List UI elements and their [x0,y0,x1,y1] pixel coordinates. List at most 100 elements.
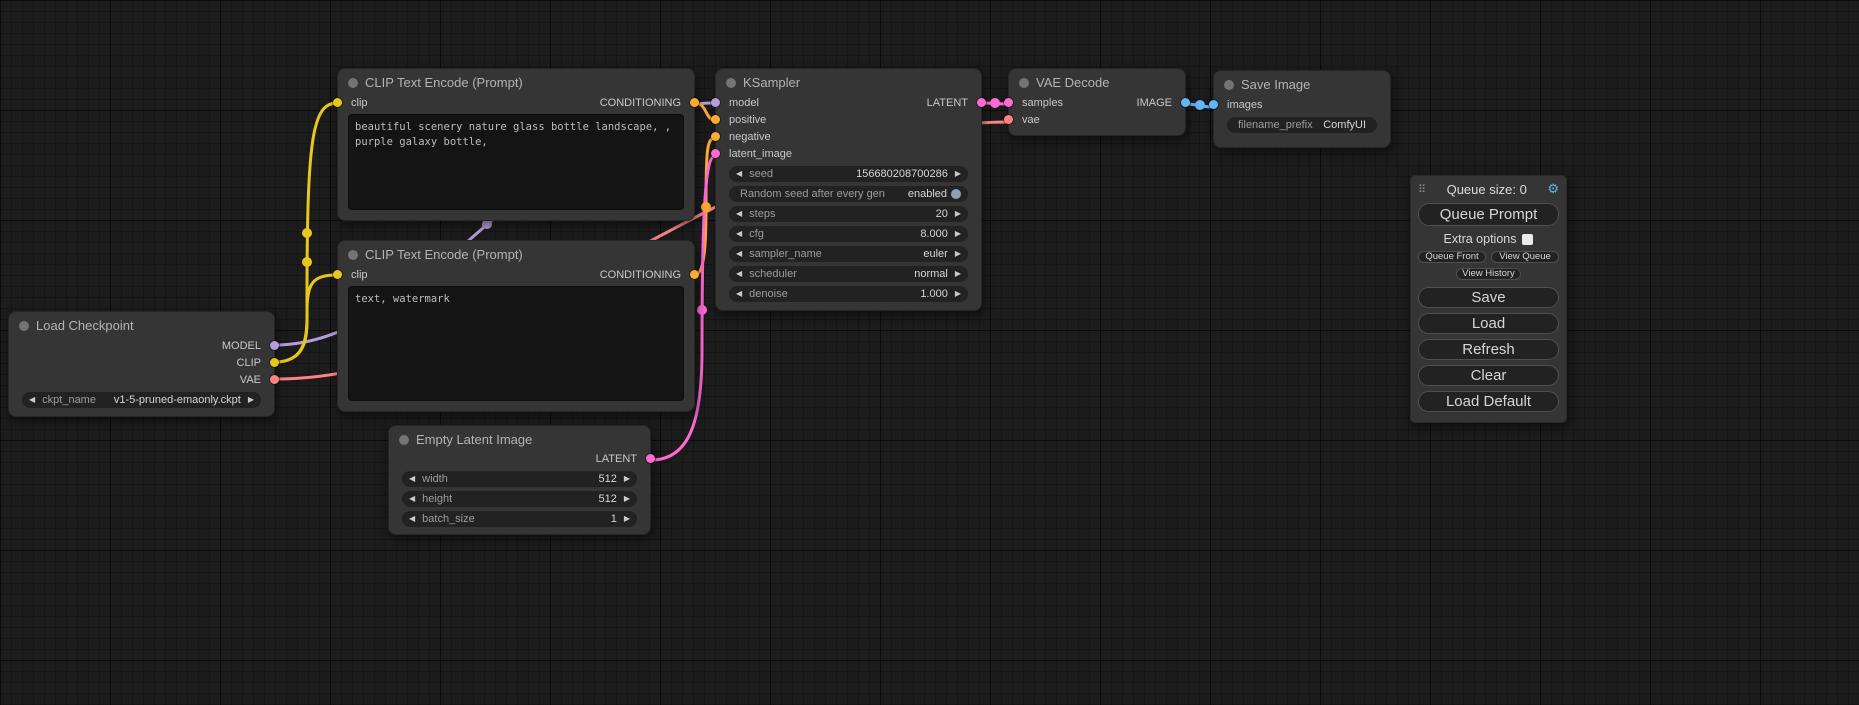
port-dot[interactable] [711,98,720,107]
output-port-vae[interactable]: VAE [222,371,274,388]
increment-arrow-icon[interactable]: ▶ [624,495,630,503]
node-header[interactable]: Save Image [1214,71,1390,96]
output-port-model[interactable]: MODEL [222,337,274,354]
load-button[interactable]: Load [1418,313,1559,334]
port-dot[interactable] [711,115,720,124]
increment-arrow-icon[interactable]: ▶ [955,270,961,278]
widget-filename-prefix[interactable]: filename_prefix ComfyUI [1227,117,1377,133]
port-dot[interactable] [333,270,342,279]
node-ksampler[interactable]: KSampler model positive negative latent_… [715,68,982,311]
input-port-latent-image[interactable]: latent_image [716,145,792,162]
view-queue-button[interactable]: View Queue [1491,251,1559,263]
decrement-arrow-icon[interactable]: ◀ [409,515,415,523]
view-history-button[interactable]: View History [1456,268,1521,280]
decrement-arrow-icon[interactable]: ◀ [409,475,415,483]
port-dot[interactable] [690,270,699,279]
output-port-conditioning[interactable]: CONDITIONING [600,266,694,283]
output-port-latent[interactable]: LATENT [596,451,650,467]
output-port-clip[interactable]: CLIP [222,354,274,371]
decrement-arrow-icon[interactable]: ◀ [736,230,742,238]
drag-handle-icon[interactable]: ⠿ [1418,183,1426,196]
input-port-model[interactable]: model [716,94,792,111]
collapse-toggle-dot[interactable] [19,321,29,331]
collapse-toggle-dot[interactable] [399,435,409,445]
increment-arrow-icon[interactable]: ▶ [248,396,254,404]
widget-steps[interactable]: ◀ steps 20 ▶ [729,206,968,222]
decrement-arrow-icon[interactable]: ◀ [409,495,415,503]
node-load-checkpoint[interactable]: Load Checkpoint MODEL CLIP VAE ◀ ckpt_na… [8,311,275,417]
node-vae-decode[interactable]: VAE Decode samples vae IMAGE [1008,68,1186,136]
refresh-button[interactable]: Refresh [1418,339,1559,360]
collapse-toggle-dot[interactable] [726,78,736,88]
port-dot[interactable] [977,98,986,107]
node-clip-text-encode-positive[interactable]: CLIP Text Encode (Prompt) clip CONDITION… [337,68,695,221]
decrement-arrow-icon[interactable]: ◀ [736,250,742,258]
input-port-negative[interactable]: negative [716,128,792,145]
decrement-arrow-icon[interactable]: ◀ [29,396,35,404]
collapse-toggle-dot[interactable] [348,78,358,88]
output-port-image[interactable]: IMAGE [1137,94,1185,111]
node-header[interactable]: KSampler [716,69,981,94]
node-header[interactable]: CLIP Text Encode (Prompt) [338,241,694,266]
port-dot[interactable] [1181,98,1190,107]
node-empty-latent-image[interactable]: Empty Latent Image LATENT ◀ width 512 ▶ … [388,425,651,535]
node-save-image[interactable]: Save Image images filename_prefix ComfyU… [1213,70,1391,148]
decrement-arrow-icon[interactable]: ◀ [736,170,742,178]
collapse-toggle-dot[interactable] [1224,80,1234,90]
port-dot[interactable] [1209,100,1218,109]
save-button[interactable]: Save [1418,287,1559,308]
widget-scheduler[interactable]: ◀ scheduler normal ▶ [729,266,968,282]
decrement-arrow-icon[interactable]: ◀ [736,270,742,278]
port-dot[interactable] [270,341,279,350]
widget-batch-size[interactable]: ◀ batch_size 1 ▶ [402,511,637,527]
widget-seed[interactable]: ◀ seed 156680208700286 ▶ [729,166,968,182]
increment-arrow-icon[interactable]: ▶ [955,230,961,238]
increment-arrow-icon[interactable]: ▶ [955,250,961,258]
collapse-toggle-dot[interactable] [348,250,358,260]
node-clip-text-encode-negative[interactable]: CLIP Text Encode (Prompt) clip CONDITION… [337,240,695,412]
queue-front-button[interactable]: Queue Front [1418,251,1486,263]
port-dot[interactable] [270,358,279,367]
output-port-conditioning[interactable]: CONDITIONING [600,94,694,111]
widget-cfg[interactable]: ◀ cfg 8.000 ▶ [729,226,968,242]
input-port-positive[interactable]: positive [716,111,792,128]
prompt-textarea[interactable]: text, watermark [348,286,684,401]
node-header[interactable]: VAE Decode [1009,69,1185,94]
load-default-button[interactable]: Load Default [1418,391,1559,412]
clear-button[interactable]: Clear [1418,365,1559,386]
port-dot[interactable] [711,132,720,141]
widget-height[interactable]: ◀ height 512 ▶ [402,491,637,507]
collapse-toggle-dot[interactable] [1019,78,1029,88]
increment-arrow-icon[interactable]: ▶ [955,170,961,178]
queue-prompt-button[interactable]: Queue Prompt [1418,203,1559,226]
port-dot[interactable] [333,98,342,107]
output-port-latent[interactable]: LATENT [927,94,981,111]
node-header[interactable]: Empty Latent Image [389,426,650,451]
widget-ckpt-name[interactable]: ◀ ckpt_name v1-5-pruned-emaonly.ckpt ▶ [22,392,261,408]
decrement-arrow-icon[interactable]: ◀ [736,210,742,218]
settings-gear-icon[interactable]: ⚙ [1547,181,1559,197]
input-port-samples[interactable]: samples [1009,94,1063,111]
prompt-textarea[interactable]: beautiful scenery nature glass bottle la… [348,114,684,210]
input-port-vae[interactable]: vae [1009,111,1063,128]
widget-denoise[interactable]: ◀ denoise 1.000 ▶ [729,286,968,302]
increment-arrow-icon[interactable]: ▶ [624,515,630,523]
widget-sampler-name[interactable]: ◀ sampler_name euler ▶ [729,246,968,262]
extra-options-checkbox[interactable] [1522,234,1533,245]
port-dot[interactable] [1004,98,1013,107]
port-dot[interactable] [270,375,279,384]
decrement-arrow-icon[interactable]: ◀ [736,290,742,298]
input-port-clip[interactable]: clip [338,94,368,111]
node-header[interactable]: CLIP Text Encode (Prompt) [338,69,694,94]
port-dot[interactable] [646,454,655,463]
increment-arrow-icon[interactable]: ▶ [624,475,630,483]
input-port-images[interactable]: images [1214,96,1262,113]
toggle-dot[interactable] [951,189,961,199]
port-dot[interactable] [1004,115,1013,124]
widget-random-seed[interactable]: Random seed after every gen enabled [729,186,968,202]
increment-arrow-icon[interactable]: ▶ [955,290,961,298]
increment-arrow-icon[interactable]: ▶ [955,210,961,218]
widget-width[interactable]: ◀ width 512 ▶ [402,471,637,487]
node-header[interactable]: Load Checkpoint [9,312,274,337]
port-dot[interactable] [690,98,699,107]
